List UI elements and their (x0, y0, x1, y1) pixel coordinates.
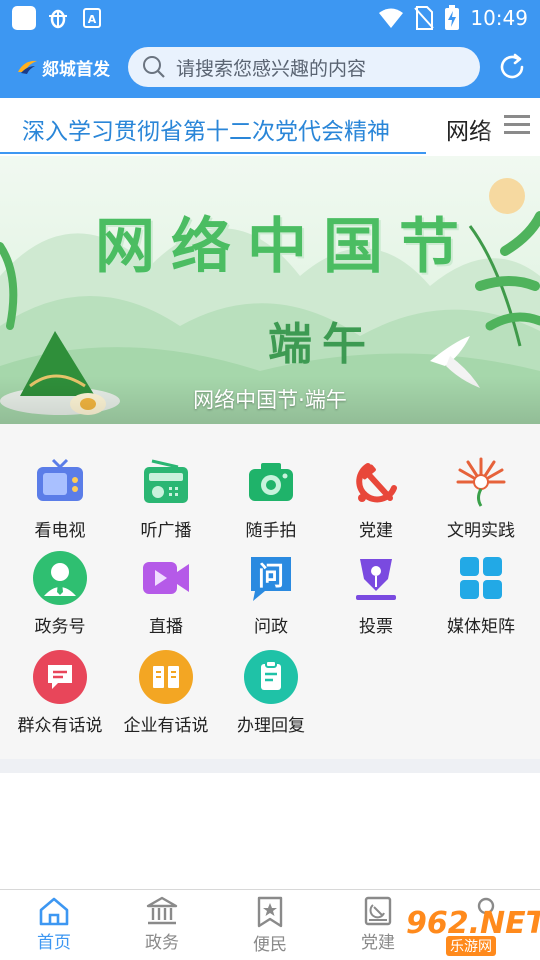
hamburger-menu-icon (504, 115, 530, 134)
government-building-icon (146, 896, 178, 925)
watermark-sub: 乐游网 (446, 936, 496, 956)
feature-gov-account[interactable]: 政务号 (6, 550, 114, 637)
site-watermark: 962.NET 乐游网 (386, 906, 540, 956)
feature-inquiry[interactable]: 问 问政 (217, 550, 325, 637)
vote-pen-icon (348, 550, 404, 606)
feature-label: 政务号 (34, 617, 86, 637)
refresh-button[interactable] (494, 49, 530, 85)
feature-label: 随手拍 (245, 521, 297, 541)
svg-text:问: 问 (258, 562, 284, 592)
feature-label: 文明实践 (447, 521, 515, 541)
translate-notification-icon: A (80, 6, 104, 30)
bug-notification-icon (46, 6, 70, 30)
feature-grid: 看电视 听广播 随手拍 党建 文明实践 政务号 直播 问 问政 投票 媒体矩阵 … (0, 424, 540, 759)
feature-enterprise-voice[interactable]: 企业有话说 (112, 649, 220, 736)
status-bar: A 10:49 (0, 0, 540, 36)
brand-bird-icon (18, 60, 37, 74)
message-icon (32, 649, 88, 705)
feature-label: 投票 (359, 617, 393, 637)
tab-label: 首页 (37, 933, 71, 953)
refresh-icon (500, 53, 524, 79)
radio-icon (138, 454, 194, 510)
clipboard-icon (243, 649, 299, 705)
feature-listen-radio[interactable]: 听广播 (112, 454, 220, 541)
ticker-item[interactable]: 网络 (446, 112, 500, 146)
app-header: 郯城首发 请搜索您感兴趣的内容 (0, 36, 540, 98)
feature-snapshot[interactable]: 随手拍 (217, 454, 325, 541)
feature-vote[interactable]: 投票 (322, 550, 430, 637)
home-icon (39, 897, 69, 926)
feature-label: 企业有话说 (123, 716, 209, 736)
battery-charging-icon (445, 5, 460, 30)
tab-government[interactable]: 政务 (108, 896, 216, 953)
feature-label: 问政 (254, 617, 288, 637)
fan-logo-icon (453, 454, 509, 510)
grid-matrix-icon (453, 550, 509, 606)
search-input[interactable]: 请搜索您感兴趣的内容 (128, 47, 480, 87)
feature-handling-reply[interactable]: 办理回复 (217, 649, 325, 736)
feature-watch-tv[interactable]: 看电视 (6, 454, 114, 541)
feature-public-voice[interactable]: 群众有话说 (6, 649, 114, 736)
video-camera-icon (138, 550, 194, 606)
book-icon (138, 649, 194, 705)
feature-label: 群众有话说 (17, 716, 103, 736)
search-icon (143, 56, 165, 78)
brand-name: 郯城首发 (42, 59, 110, 80)
banner-subtitle-art: 端午 (268, 319, 376, 370)
app-notification-icon (12, 6, 36, 30)
svg-text:A: A (88, 13, 97, 26)
tab-label: 政务 (145, 933, 179, 953)
no-sim-icon (414, 6, 435, 30)
status-time: 10:49 (470, 6, 528, 30)
feature-label: 办理回复 (237, 716, 305, 736)
feature-civilization-practice[interactable]: 文明实践 (427, 454, 535, 541)
tab-convenience[interactable]: 便民 (216, 896, 324, 955)
feature-label: 媒体矩阵 (447, 617, 515, 637)
banner-title-art: 网络中国节 (95, 212, 475, 282)
banner-caption: 网络中国节·端午 (193, 388, 347, 412)
headline-ticker: 深入学习贯彻省第十二次党代会精神 网络 (0, 98, 540, 156)
ticker-item-active[interactable]: 深入学习贯彻省第十二次党代会精神 (22, 112, 390, 146)
star-bookmark-icon (257, 896, 283, 928)
brand-logo[interactable]: 郯城首发 (16, 55, 128, 80)
feature-party-building[interactable]: 党建 (322, 454, 430, 541)
section-divider (0, 759, 540, 773)
tab-home[interactable]: 首页 (0, 896, 108, 953)
search-placeholder: 请搜索您感兴趣的内容 (176, 57, 367, 80)
feature-media-matrix[interactable]: 媒体矩阵 (427, 550, 535, 637)
wifi-icon (379, 8, 404, 28)
feature-label: 党建 (359, 521, 393, 541)
feature-label: 听广播 (140, 521, 192, 541)
feature-label: 直播 (149, 617, 183, 637)
feature-live[interactable]: 直播 (112, 550, 220, 637)
camera-icon (243, 454, 299, 510)
question-chat-icon: 问 (243, 550, 299, 606)
feature-label: 看电视 (34, 521, 86, 541)
ticker-menu-button[interactable] (502, 112, 532, 140)
ticker-active-underline (0, 152, 426, 154)
tab-label: 便民 (253, 935, 287, 955)
hammer-sickle-icon (348, 454, 404, 510)
official-person-icon (32, 550, 88, 606)
banner-carousel[interactable]: 网络中国节 端午 网络中国节·端午 (0, 156, 540, 424)
tv-icon (32, 454, 88, 510)
